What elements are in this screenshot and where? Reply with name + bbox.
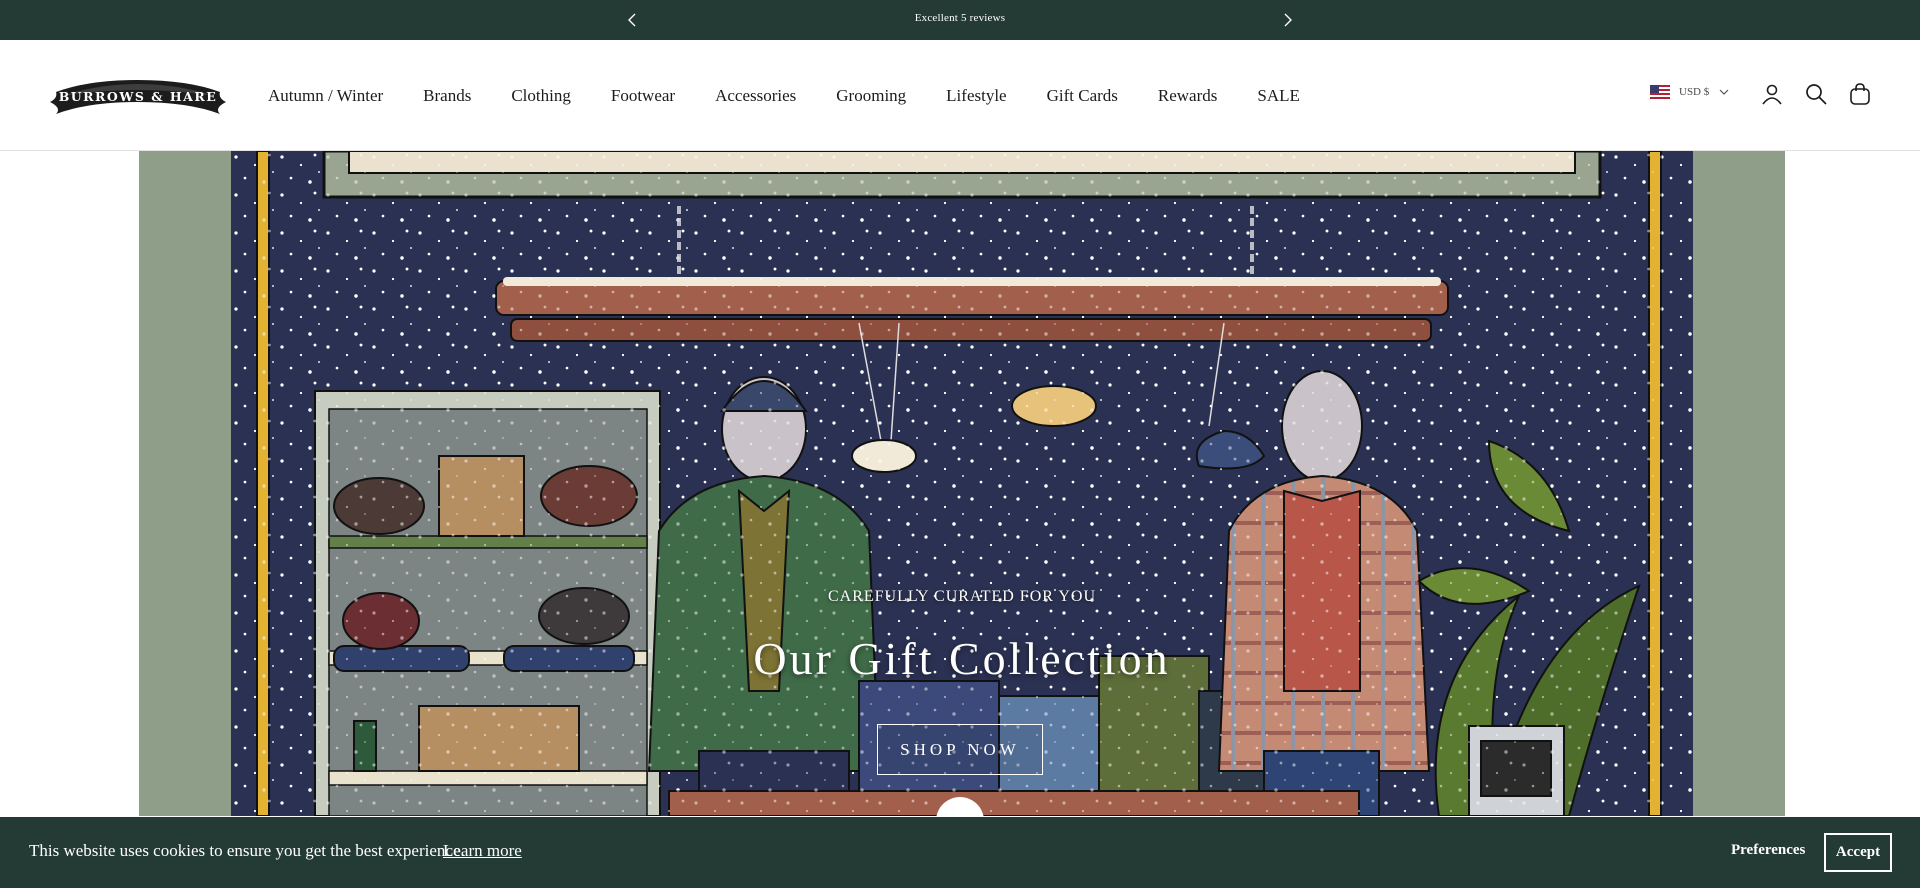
chevron-right-icon[interactable] bbox=[1278, 11, 1296, 29]
nav-lifestyle[interactable]: Lifestyle bbox=[946, 86, 1006, 106]
nav-autumn-winter[interactable]: Autumn / Winter bbox=[268, 86, 383, 106]
hero-title: Our Gift Collection bbox=[753, 633, 1171, 684]
nav-rewards[interactable]: Rewards bbox=[1158, 86, 1217, 106]
us-flag-icon bbox=[1650, 85, 1670, 99]
burrows-hare-logo[interactable]: BURROWS & HARE bbox=[48, 72, 228, 120]
announcement-message[interactable]: Excellent 5 reviews bbox=[0, 12, 1920, 24]
currency-label: USD $ bbox=[1679, 86, 1710, 98]
nav-brands[interactable]: Brands bbox=[423, 86, 471, 106]
svg-text:BURROWS & HARE: BURROWS & HARE bbox=[59, 89, 218, 104]
nav-sale[interactable]: SALE bbox=[1257, 86, 1300, 106]
announcement-bar: Excellent 5 reviews bbox=[0, 0, 1920, 40]
bag-icon[interactable] bbox=[1848, 82, 1872, 106]
preferences-button[interactable]: Preferences bbox=[1731, 842, 1805, 859]
chevron-down-icon bbox=[1719, 89, 1729, 95]
currency-selector[interactable]: USD $ bbox=[1650, 85, 1729, 99]
hero-subheading: CAREFULLY CURATED FOR YOU bbox=[827, 588, 1096, 605]
nav-clothing[interactable]: Clothing bbox=[511, 86, 571, 106]
search-icon[interactable] bbox=[1804, 82, 1828, 106]
nav-footwear[interactable]: Footwear bbox=[611, 86, 675, 106]
nav-gift-cards[interactable]: Gift Cards bbox=[1047, 86, 1118, 106]
site-header: BURROWS & HARE Autumn / Winter Brands Cl… bbox=[0, 40, 1920, 151]
shop-window-illustration bbox=[139, 151, 1785, 816]
cookie-banner: This website uses cookies to ensure you … bbox=[0, 817, 1920, 888]
cookie-message: This website uses cookies to ensure you … bbox=[29, 841, 465, 860]
shop-now-button[interactable]: SHOP NOW bbox=[877, 724, 1043, 775]
learn-more-link[interactable]: Learn more bbox=[443, 841, 522, 861]
account-icon[interactable] bbox=[1760, 82, 1784, 106]
accept-button[interactable]: Accept bbox=[1824, 833, 1892, 872]
main-nav: Autumn / Winter Brands Clothing Footwear… bbox=[268, 40, 1340, 151]
hero-banner[interactable]: CAREFULLY CURATED FOR YOU Our Gift Colle… bbox=[139, 151, 1785, 816]
nav-accessories[interactable]: Accessories bbox=[715, 86, 796, 106]
nav-grooming[interactable]: Grooming bbox=[836, 86, 906, 106]
